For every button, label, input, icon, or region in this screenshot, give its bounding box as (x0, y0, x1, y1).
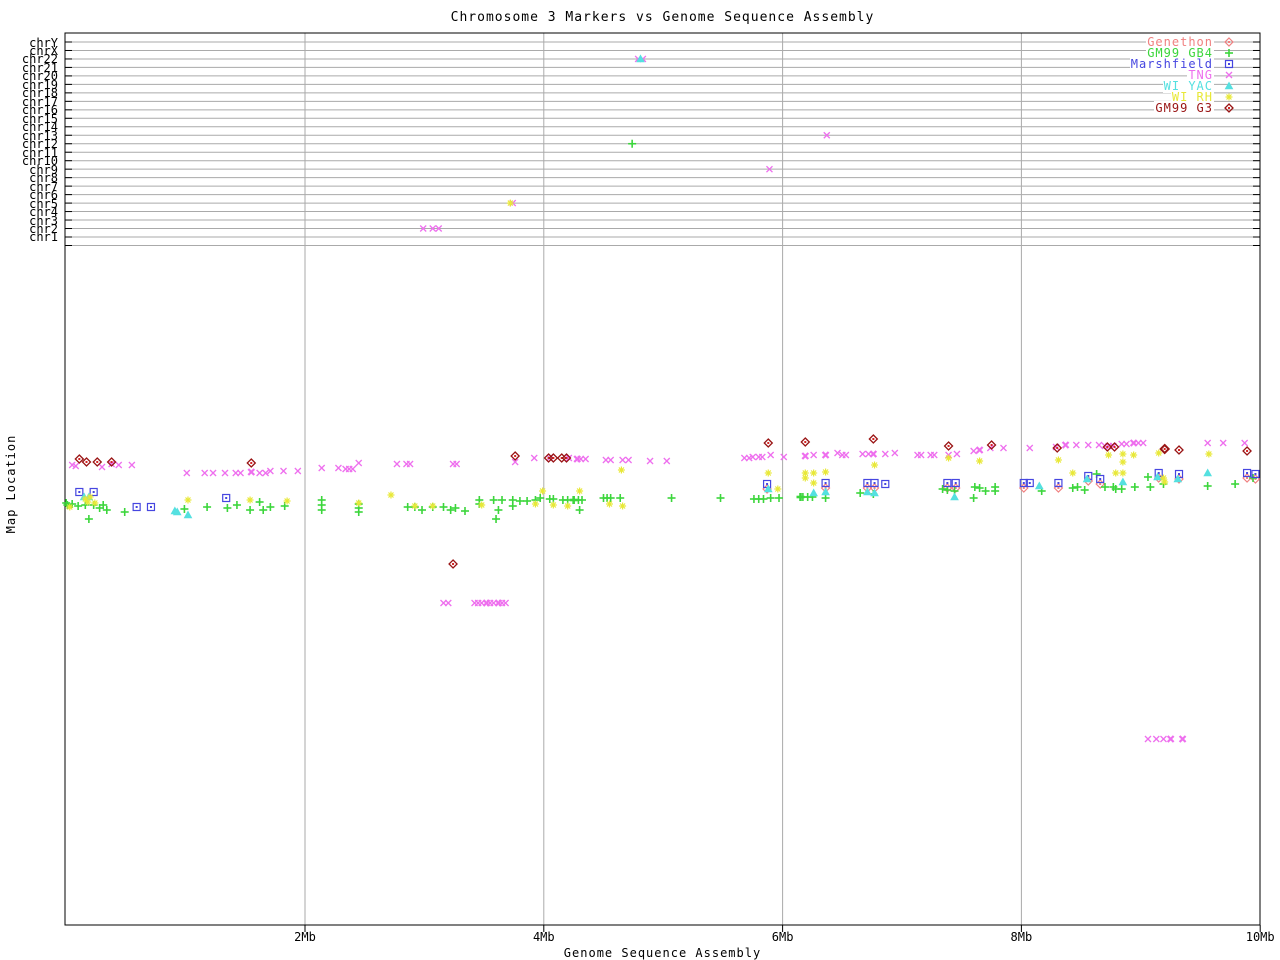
legend-label: GM99 G3 (1154, 101, 1214, 115)
x-tick-label-2Mb: 2Mb (294, 930, 316, 944)
x-tick-label-10Mb: 10Mb (1245, 930, 1275, 944)
x-axis-title: Genome Sequence Assembly (563, 946, 762, 960)
legend-marker-diamond-dot-icon (1224, 103, 1234, 113)
chr-row-label-chr1: chr1 (29, 230, 58, 245)
chromosome-marker-plot: Chromosome 3 Markers vs Genome Sequence … (0, 0, 1280, 960)
scatter-plot-area (62, 32, 1261, 932)
legend-item-gm99-g3: GM99 G3 (1154, 101, 1236, 115)
x-tick-label-6Mb: 6Mb (771, 930, 794, 944)
x-tick-label-4Mb: 4Mb (532, 930, 555, 944)
x-tick-label-8Mb: 8Mb (1010, 930, 1033, 944)
